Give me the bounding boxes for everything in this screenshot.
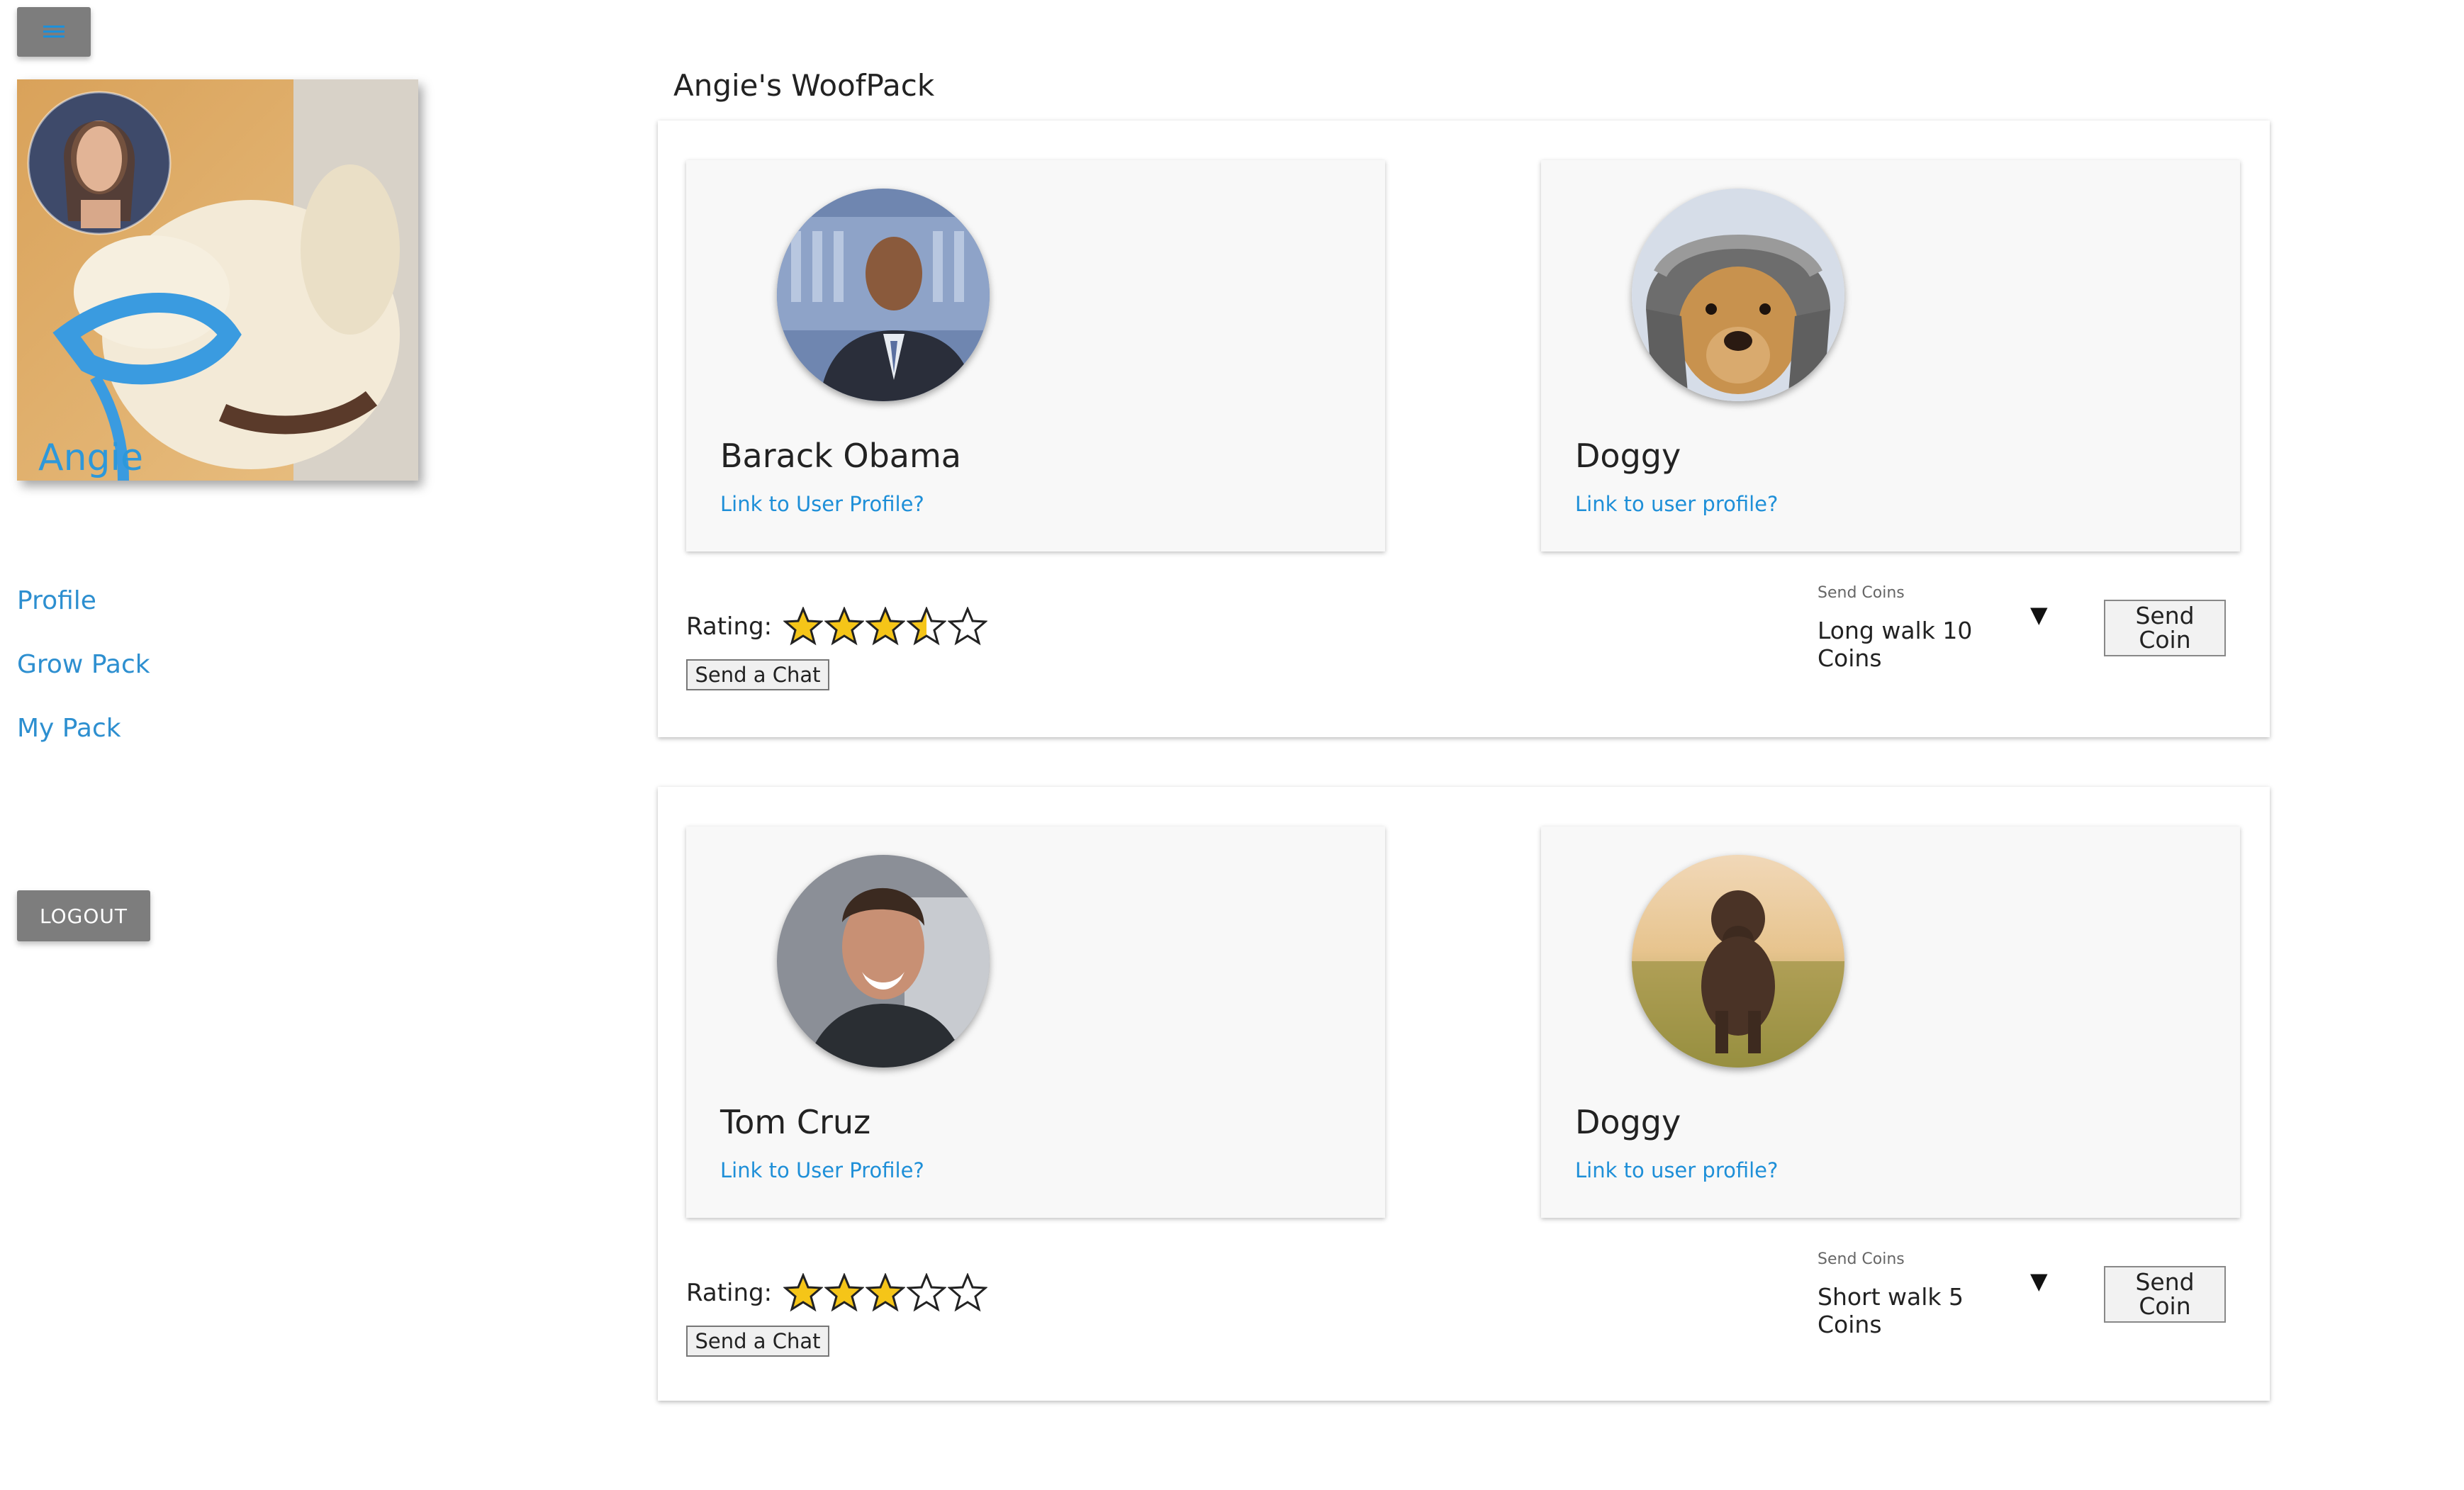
send-chat-button[interactable]: Send a Chat (686, 1326, 829, 1357)
sidebar-item-profile[interactable]: Profile (17, 580, 150, 644)
star-icon[interactable] (783, 607, 824, 646)
person-name: Tom Cruz (720, 1103, 871, 1141)
dog-avatar (1632, 189, 1844, 401)
person-card: Barack Obama Link to User Profile? (686, 160, 1385, 551)
star-icon[interactable] (783, 1273, 824, 1313)
star-icon[interactable] (948, 607, 988, 646)
rating-stars[interactable] (783, 607, 989, 646)
dog-card: Doggy Link to user profile? (1541, 827, 2240, 1218)
dog-name: Doggy (1575, 437, 1681, 475)
profile-card[interactable]: Angie (17, 79, 418, 481)
app-root: Angie Profile Grow Pack My Pack LOGOUT A… (0, 0, 2464, 1490)
logout-button[interactable]: LOGOUT (17, 890, 150, 941)
send-coin-button[interactable]: Send Coin (2104, 1266, 2226, 1323)
person-profile-link[interactable]: Link to User Profile? (720, 1158, 924, 1182)
dropdown-arrow-icon[interactable]: ▼ (2030, 1267, 2048, 1294)
star-icon[interactable] (824, 607, 865, 646)
menu-button[interactable] (17, 7, 91, 57)
coins-select[interactable]: Long walk 10 Coins (1818, 617, 2003, 672)
coins-select[interactable]: Short walk 5 Coins (1818, 1283, 2003, 1338)
star-icon[interactable] (824, 1273, 865, 1313)
profile-photo (17, 79, 418, 481)
dog-avatar (1632, 855, 1844, 1068)
rating-label: Rating: (686, 1279, 773, 1307)
dog-name: Doggy (1575, 1103, 1681, 1141)
sidebar-item-grow-pack[interactable]: Grow Pack (17, 644, 150, 707)
send-coins-label: Send Coins (1818, 1250, 1905, 1268)
sidebar-nav: Profile Grow Pack My Pack (17, 580, 150, 771)
dog-profile-link[interactable]: Link to user profile? (1575, 492, 1778, 516)
page-title: Angie's WoofPack (673, 68, 935, 103)
person-profile-link[interactable]: Link to User Profile? (720, 492, 924, 516)
person-name: Barack Obama (720, 437, 961, 475)
send-coins-label: Send Coins (1818, 584, 1905, 602)
send-coin-button[interactable]: Send Coin (2104, 600, 2226, 656)
rating-label: Rating: (686, 612, 773, 641)
star-icon[interactable] (866, 607, 906, 646)
send-coin-label-2: Coin (2139, 1292, 2191, 1320)
pack-panel: Barack Obama Link to User Profile? Doggy… (658, 121, 2270, 737)
profile-name: Angie (38, 437, 143, 479)
dropdown-arrow-icon[interactable]: ▼ (2030, 601, 2048, 628)
send-coin-label-2: Coin (2139, 626, 2191, 654)
dog-profile-link[interactable]: Link to user profile? (1575, 1158, 1778, 1182)
star-icon[interactable] (866, 1273, 906, 1313)
send-coin-label-1: Send (2135, 602, 2195, 629)
dog-card: Doggy Link to user profile? (1541, 160, 2240, 551)
pack-panel: Tom Cruz Link to User Profile? Doggy Lin… (658, 787, 2270, 1401)
person-avatar (777, 189, 990, 401)
person-card: Tom Cruz Link to User Profile? (686, 827, 1385, 1218)
star-icon[interactable] (948, 1273, 988, 1313)
rating-stars[interactable] (783, 1273, 989, 1313)
star-icon[interactable] (907, 607, 947, 646)
send-coin-label-1: Send (2135, 1268, 2195, 1296)
hamburger-icon (43, 26, 65, 38)
sidebar-item-my-pack[interactable]: My Pack (17, 707, 150, 771)
person-avatar (777, 855, 990, 1068)
send-chat-button[interactable]: Send a Chat (686, 659, 829, 690)
star-icon[interactable] (907, 1273, 947, 1313)
rating: Rating: (686, 1273, 989, 1313)
rating: Rating: (686, 607, 989, 646)
